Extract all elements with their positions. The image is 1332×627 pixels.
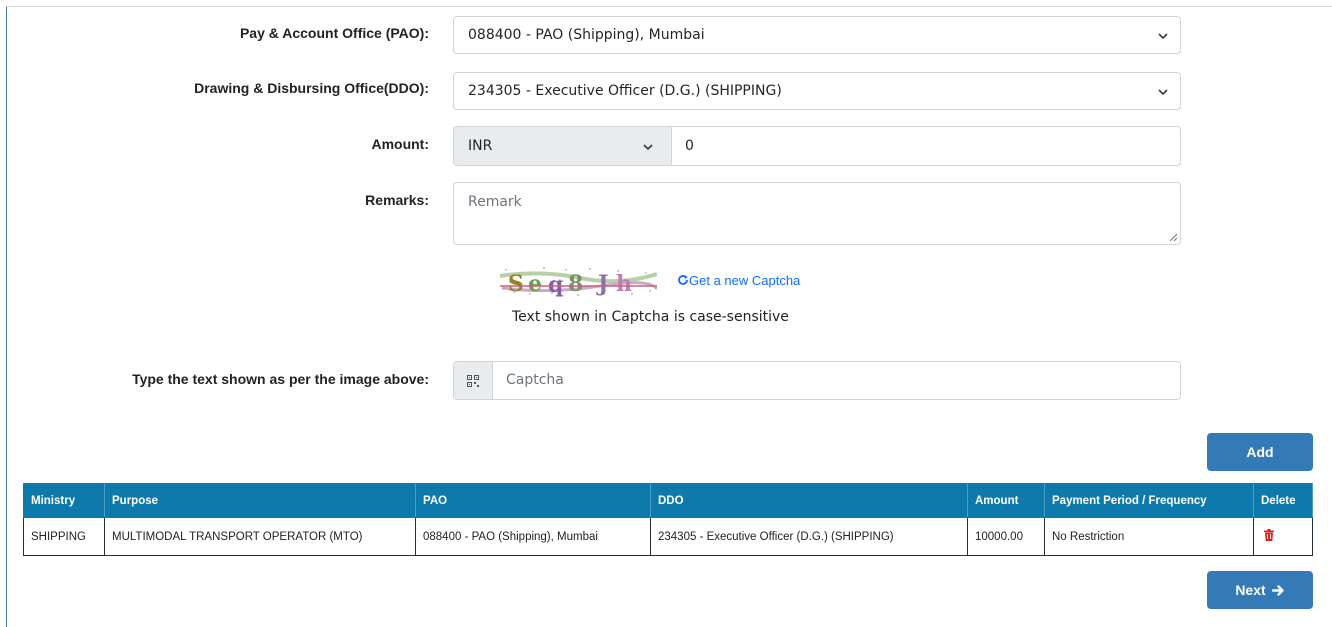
captcha-case-note: Text shown in Captcha is case-sensitive xyxy=(512,309,789,325)
cell-amount: 10000.00 xyxy=(967,517,1045,556)
captcha-image: S e q 8 J h xyxy=(499,264,659,298)
refresh-captcha-label: Get a new Captcha xyxy=(689,273,801,288)
svg-text:q: q xyxy=(548,272,563,298)
column-header-amount: Amount xyxy=(967,483,1045,518)
captcha-input-label: Type the text shown as per the image abo… xyxy=(132,371,429,387)
cell-delete xyxy=(1253,517,1313,556)
svg-text:h: h xyxy=(616,271,632,297)
column-header-ddo: DDO xyxy=(650,483,968,518)
table-header-row: Ministry Purpose PAO DDO Amount Payment … xyxy=(23,483,1313,518)
pao-selected-value: 088400 - PAO (Shipping), Mumbai xyxy=(468,27,705,43)
resize-handle-icon[interactable] xyxy=(1169,233,1177,241)
cell-ministry: SHIPPING xyxy=(23,517,105,556)
add-button-label: Add xyxy=(1246,444,1274,460)
currency-value: INR xyxy=(468,138,493,154)
captcha-input[interactable]: Captcha xyxy=(453,361,1181,400)
column-header-frequency: Payment Period / Frequency xyxy=(1044,483,1254,518)
svg-text:S: S xyxy=(508,271,524,297)
remarks-placeholder: Remark xyxy=(468,194,522,210)
pao-label: Pay & Account Office (PAO): xyxy=(239,25,429,41)
next-button-label: Next xyxy=(1235,582,1266,598)
next-button[interactable]: Next xyxy=(1207,571,1313,609)
svg-text:J: J xyxy=(596,271,608,297)
amount-value: 0 xyxy=(685,138,694,154)
currency-select[interactable]: INR xyxy=(453,126,671,166)
captcha-placeholder: Captcha xyxy=(506,372,564,388)
cell-ddo: 234305 - Executive Officer (D.G.) (SHIPP… xyxy=(650,517,968,556)
column-header-delete: Delete xyxy=(1253,483,1313,518)
remarks-label: Remarks: xyxy=(365,192,429,208)
svg-text:8: 8 xyxy=(568,271,583,297)
cell-purpose: MULTIMODAL TRANSPORT OPERATOR (MTO) xyxy=(104,517,416,556)
amount-label: Amount: xyxy=(371,136,429,152)
ddo-select[interactable]: 234305 - Executive Officer (D.G.) (SHIPP… xyxy=(453,72,1181,110)
cell-pao: 088400 - PAO (Shipping), Mumbai xyxy=(415,517,651,556)
trash-icon[interactable] xyxy=(1264,529,1274,544)
chevron-down-icon xyxy=(1156,29,1170,43)
ddo-label: Drawing & Disbursing Office(DDO): xyxy=(194,80,429,96)
captcha-input-addon xyxy=(454,362,493,399)
chevron-down-icon xyxy=(1156,85,1170,99)
arrow-right-icon xyxy=(1271,584,1284,596)
column-header-pao: PAO xyxy=(415,483,651,518)
add-button[interactable]: Add xyxy=(1207,433,1313,471)
refresh-captcha-link[interactable]: Get a new Captcha xyxy=(677,273,800,288)
entries-table: Ministry Purpose PAO DDO Amount Payment … xyxy=(23,483,1313,556)
qrcode-icon xyxy=(467,375,479,387)
svg-text:e: e xyxy=(528,271,542,297)
amount-input[interactable]: 0 xyxy=(671,126,1181,166)
refresh-icon xyxy=(678,275,688,285)
pao-select[interactable]: 088400 - PAO (Shipping), Mumbai xyxy=(453,16,1181,54)
cell-frequency: No Restriction xyxy=(1044,517,1254,556)
remarks-textarea[interactable]: Remark xyxy=(453,182,1181,245)
column-header-ministry: Ministry xyxy=(23,483,105,518)
ddo-selected-value: 234305 - Executive Officer (D.G.) (SHIPP… xyxy=(468,83,782,99)
chevron-down-icon xyxy=(641,140,655,154)
column-header-purpose: Purpose xyxy=(104,483,416,518)
table-row: SHIPPING MULTIMODAL TRANSPORT OPERATOR (… xyxy=(23,517,1313,556)
